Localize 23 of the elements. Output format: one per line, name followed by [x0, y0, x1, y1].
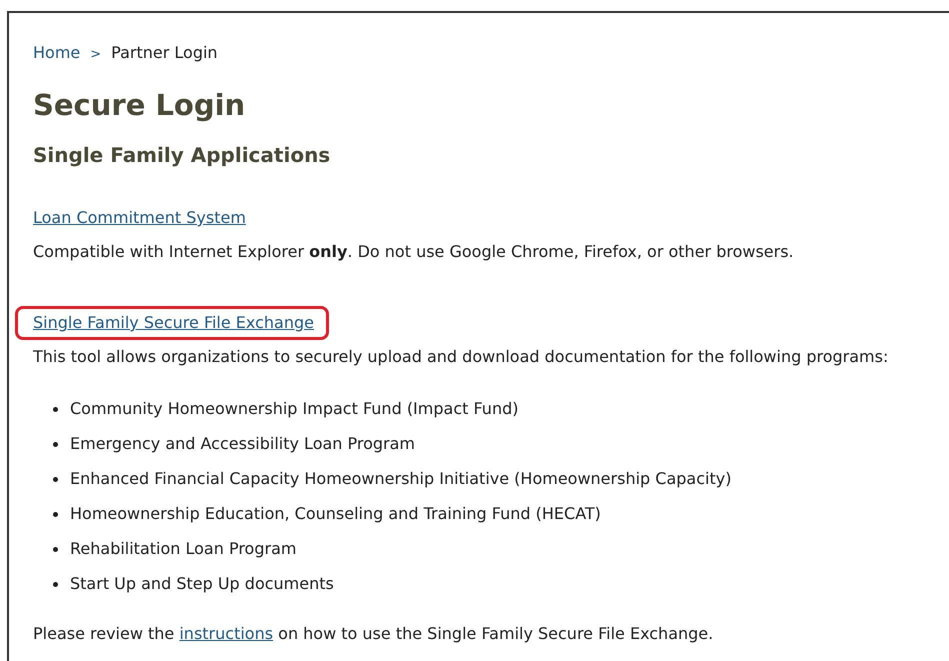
- breadcrumb-separator: >: [90, 47, 102, 62]
- program-name: Emergency and Accessibility Loan Program: [70, 434, 416, 454]
- application-link[interactable]: Loan Commitment System: [30, 205, 249, 231]
- bullet-icon: [53, 476, 58, 482]
- program-name: Rehabilitation Loan Program: [70, 539, 296, 559]
- bullet-icon: [53, 512, 58, 516]
- description-text: Compatible with Internet Explorer only. Do not use Google Chrome, Firefox, or other browsers.: [33, 242, 795, 262]
- program-name: Start Up and Step Up documents: [70, 574, 334, 594]
- program-name: Homeownership Education, Counseling and Training Fund (HECAT): [70, 504, 601, 524]
- application-link[interactable]: Single Family Secure File Exchange: [15, 306, 329, 340]
- section-heading: Single Family Applications: [33, 142, 332, 168]
- instructions-text: Please review the instructions on how to use the Single Family Secure File Exchange.: [33, 624, 714, 644]
- breadcrumb-link[interactable]: Home: [33, 43, 80, 62]
- program-name: Enhanced Financial Capacity Homeownership Initiative (Homeownership Capacity): [70, 469, 732, 489]
- description-text: This tool allows organizations to securely upload and download documentation for the following programs:: [33, 347, 890, 367]
- bullet-icon: [53, 406, 58, 412]
- bullet-icon: [53, 582, 58, 586]
- program-name: Community Homeownership Impact Fund (Impact Fund): [70, 399, 518, 419]
- breadcrumb-current: Partner Login: [111, 43, 218, 62]
- bullet-icon: [53, 546, 58, 552]
- bullet-icon: [53, 442, 58, 446]
- instructions-link[interactable]: instructions: [179, 624, 274, 643]
- page-title: Secure Login: [33, 87, 246, 123]
